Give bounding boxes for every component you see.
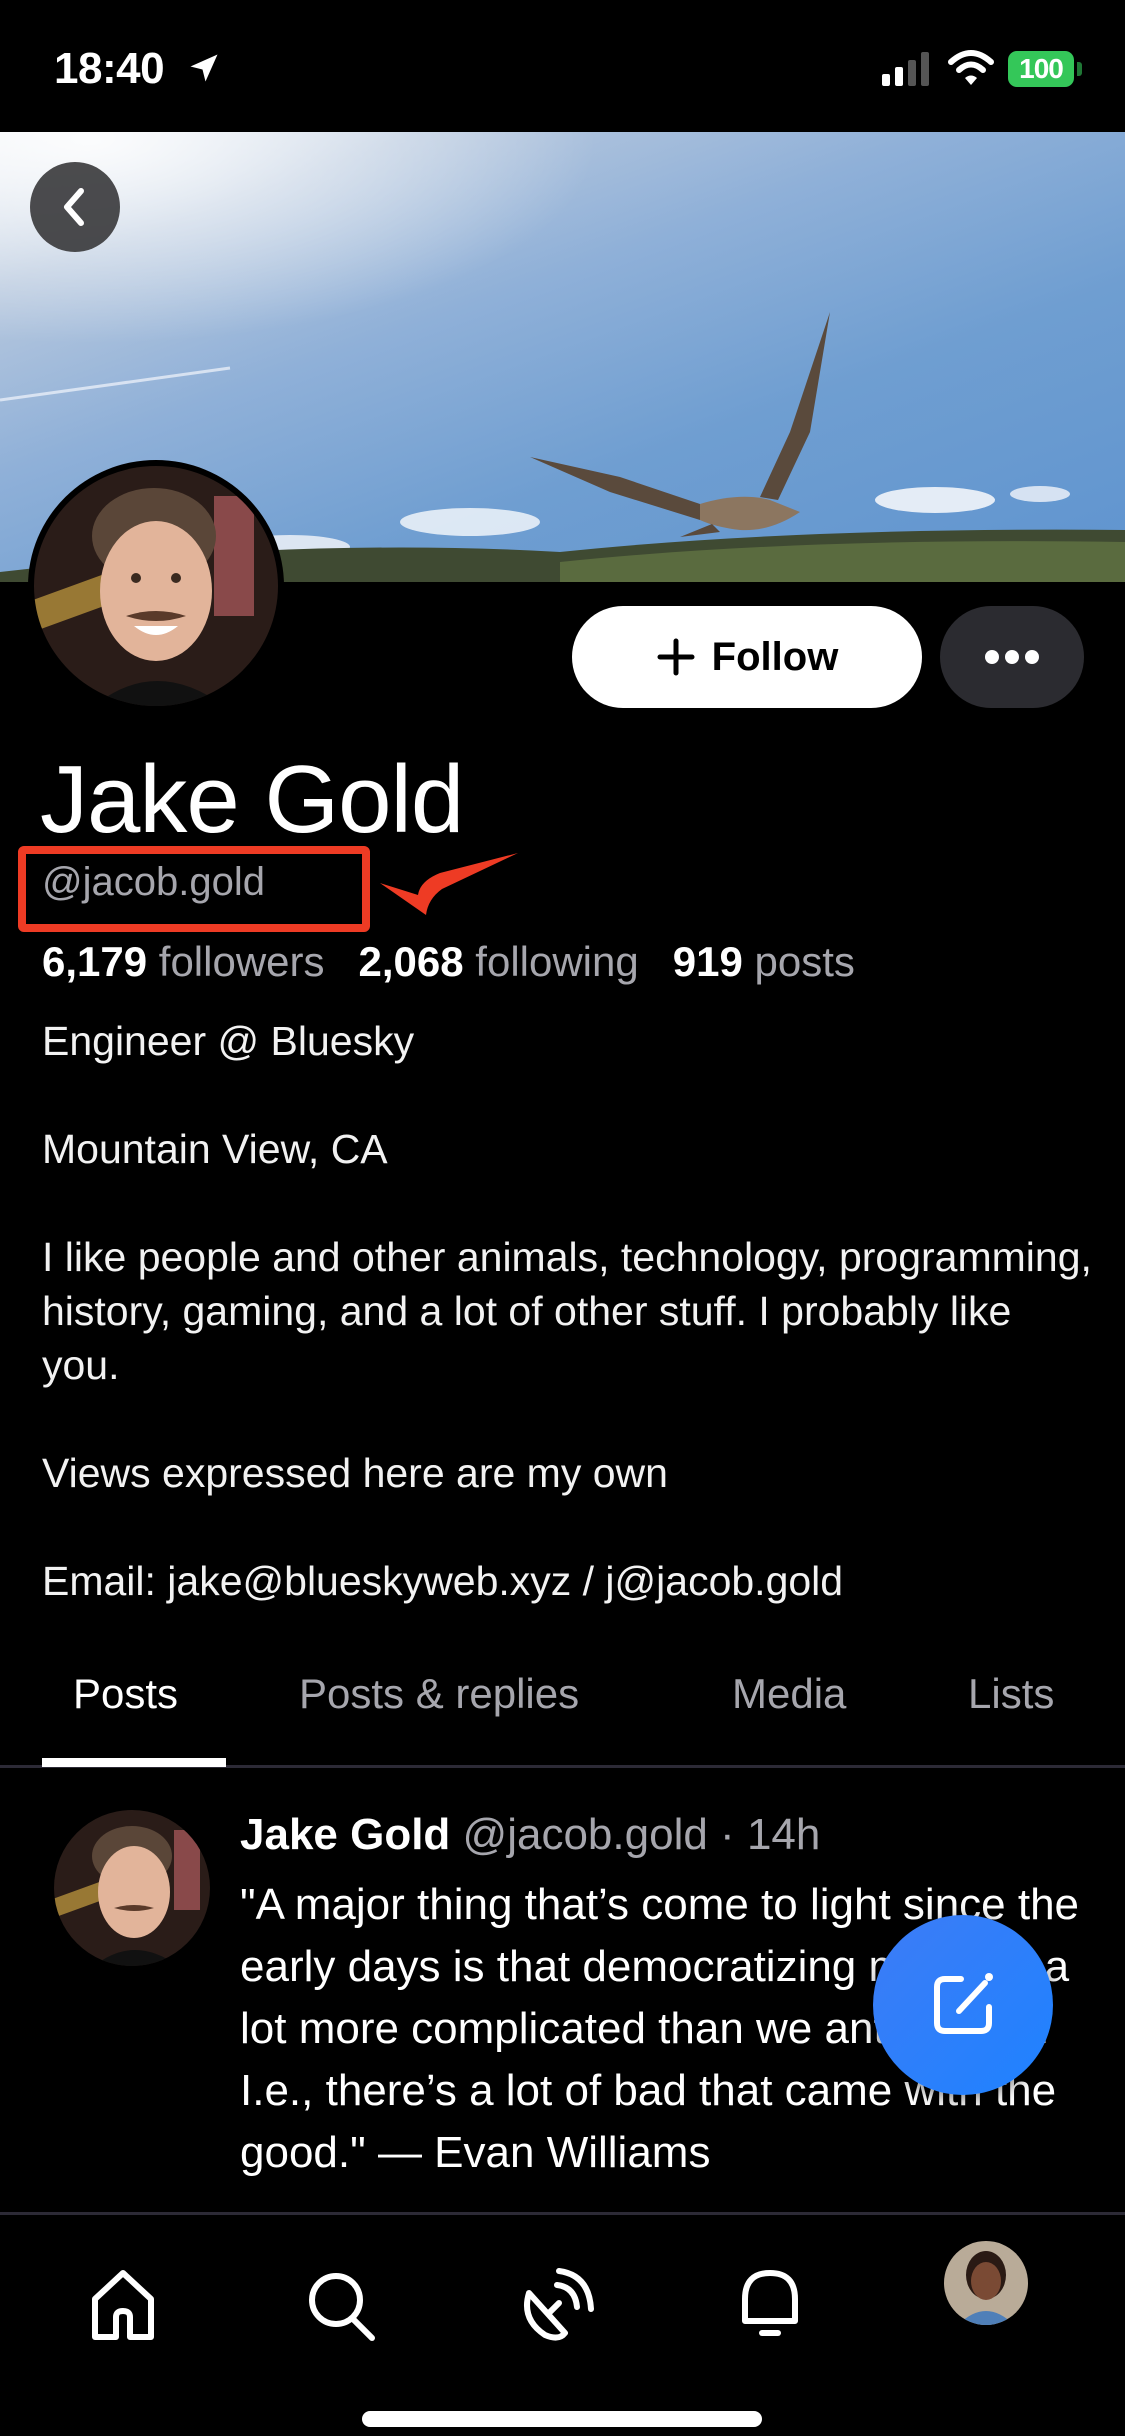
bio-line: Views expressed here are my own (42, 1450, 668, 1496)
nav-profile-avatar[interactable] (944, 2241, 1028, 2325)
bio-line: Engineer @ Bluesky (42, 1018, 415, 1064)
battery-nub (1077, 62, 1082, 76)
follow-button[interactable]: Follow (572, 606, 922, 708)
bio-line: Mountain View, CA (42, 1126, 388, 1172)
home-indicator (362, 2411, 762, 2427)
satellite-dish-icon (524, 2268, 594, 2341)
nav-search[interactable] (292, 2255, 392, 2355)
compose-button[interactable] (873, 1915, 1053, 2095)
nav-feeds[interactable] (507, 2255, 607, 2355)
display-name: Jake Gold (40, 746, 464, 853)
post-timestamp: 14h (746, 1810, 821, 1859)
wifi-icon (948, 50, 994, 85)
ellipsis-icon (985, 650, 1039, 664)
followers-stat[interactable]: 6,179 followers (42, 938, 325, 986)
nav-notifications[interactable] (720, 2255, 820, 2355)
chevron-left-icon (64, 188, 84, 226)
bio-line: Email: jake@blueskyweb.xyz / j@jacob.gol… (42, 1558, 844, 1604)
annotation-arrow-icon (380, 853, 518, 915)
tab-lists[interactable]: Lists (968, 1670, 1054, 1718)
battery-icon: 100 (1008, 51, 1074, 87)
follow-label: Follow (711, 634, 839, 679)
post-header: Jake Gold @jacob.gold · 14h (240, 1810, 820, 1860)
post-separator: · (720, 1810, 735, 1859)
status-time: 18:40 (54, 44, 165, 93)
following-stat[interactable]: 2,068 following (359, 938, 639, 986)
bottom-navigation (0, 2212, 1125, 2436)
annotation-highlight-box (18, 846, 370, 932)
status-bar: 18:40 100 (0, 0, 1125, 132)
nav-home[interactable] (73, 2255, 173, 2355)
signal-icon (882, 52, 929, 86)
back-button[interactable] (30, 162, 120, 252)
profile-tabs: Posts Posts & replies Media Lists (0, 1660, 1125, 1768)
tab-posts-and-replies[interactable]: Posts & replies (299, 1670, 579, 1718)
tab-media[interactable]: Media (732, 1670, 846, 1718)
post-author-avatar[interactable] (54, 1810, 210, 1966)
post-author-name[interactable]: Jake Gold (240, 1810, 450, 1859)
location-arrow-icon (190, 54, 218, 82)
avatar-image (34, 466, 278, 706)
post-author-handle[interactable]: @jacob.gold (463, 1810, 708, 1859)
search-icon (309, 2273, 375, 2341)
more-options-button[interactable] (940, 606, 1084, 708)
posts-stat: 919 posts (672, 938, 855, 985)
compose-icon (934, 1973, 993, 2034)
bio-line: I like people and other animals, technol… (42, 1234, 1092, 1388)
profile-stats: 6,179 followers 2,068 following 919 post… (42, 938, 855, 986)
profile-bio: Engineer @ Bluesky Mountain View, CA I l… (42, 1014, 1092, 1608)
profile-avatar[interactable] (28, 460, 284, 712)
active-tab-indicator (42, 1758, 226, 1767)
bell-icon (742, 2270, 798, 2336)
tab-posts[interactable]: Posts (73, 1670, 178, 1718)
plus-icon (657, 638, 695, 676)
home-icon (92, 2270, 154, 2340)
